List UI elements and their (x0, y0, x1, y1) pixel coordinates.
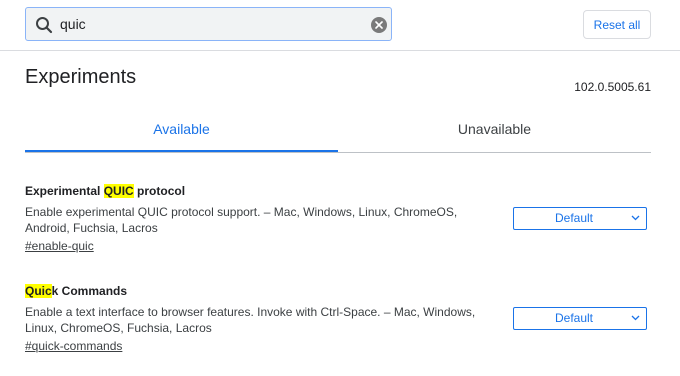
top-toolbar: Reset all (0, 0, 680, 51)
experiment-name-text: protocol (133, 184, 186, 198)
clear-search-icon[interactable] (371, 17, 387, 33)
experiment-link[interactable]: #enable-quic (25, 238, 94, 254)
experiment-state-select[interactable]: Default (513, 207, 647, 230)
version-label: 102.0.5005.61 (574, 80, 651, 94)
reset-all-button[interactable]: Reset all (583, 10, 651, 39)
search-icon (35, 16, 53, 34)
chevron-down-icon (631, 215, 640, 221)
search-match-highlight: Quic (25, 284, 52, 298)
tab-unavailable[interactable]: Unavailable (338, 110, 651, 151)
experiment-description: Enable a text interface to browser featu… (25, 305, 476, 335)
experiment-name-text: k Commands (51, 284, 128, 298)
experiment-description: Enable experimental QUIC protocol suppor… (25, 205, 458, 235)
experiment-link[interactable]: #quick-commands (25, 338, 122, 354)
tab-available[interactable]: Available (25, 110, 338, 152)
select-value: Default (554, 211, 594, 225)
page-title: Experiments (25, 66, 137, 88)
experiment-name: Quick Commands (25, 283, 651, 299)
chevron-down-icon (631, 315, 640, 321)
experiment-state-select[interactable]: Default (513, 307, 647, 330)
experiment-quick-commands: Quick Commands Enable a text interface t… (25, 283, 651, 355)
select-value: Default (554, 311, 594, 325)
experiment-name: Experimental QUIC protocol (25, 183, 651, 199)
search-input[interactable] (60, 14, 360, 34)
search-box[interactable] (25, 7, 392, 41)
experiment-enable-quic: Experimental QUIC protocol Enable experi… (25, 183, 651, 255)
experiment-name-text: Experimental (25, 184, 104, 198)
tab-bar: Available Unavailable (25, 110, 651, 153)
search-match-highlight: QUIC (103, 184, 134, 198)
